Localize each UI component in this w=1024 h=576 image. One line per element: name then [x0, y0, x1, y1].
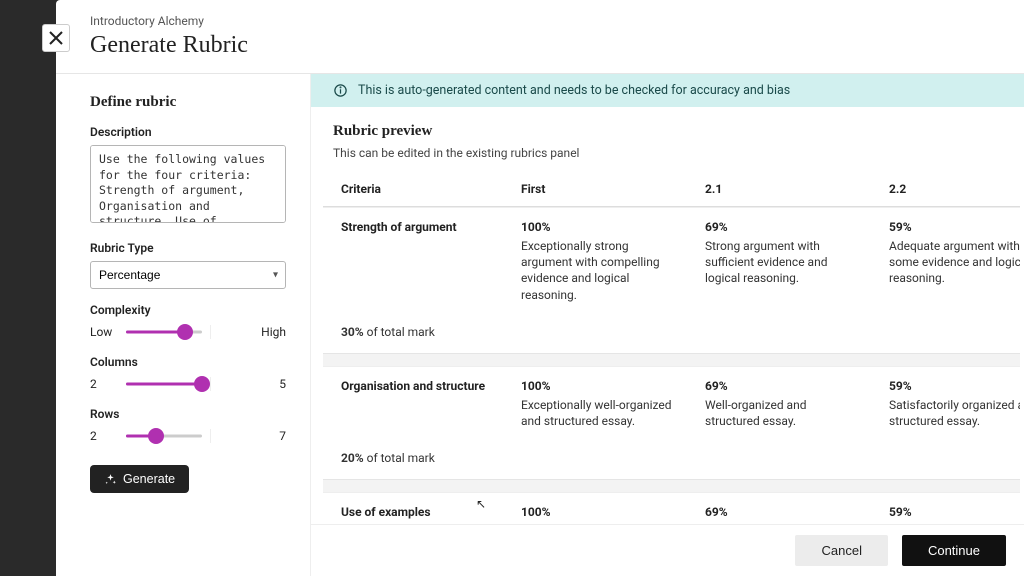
- level-cell: 59%Adequate argument with some evidence …: [875, 207, 1020, 315]
- info-banner: This is auto-generated content and needs…: [311, 74, 1024, 107]
- criterion-cell: Strength of argument: [323, 207, 507, 315]
- continue-button[interactable]: Continue: [902, 535, 1006, 566]
- generate-button-label: Generate: [123, 472, 175, 486]
- level-cell: 69%Good use of relevant and well-integra…: [691, 492, 875, 524]
- complexity-low: Low: [90, 325, 118, 339]
- generate-button[interactable]: Generate: [90, 465, 189, 493]
- page-title: Generate Rubric: [90, 32, 990, 59]
- generate-rubric-modal: Introductory Alchemy Generate Rubric Def…: [56, 0, 1024, 576]
- rows-label: Rows: [90, 407, 286, 421]
- rubric-table-container[interactable]: CriteriaFirst2.12.2Third Strength of arg…: [323, 172, 1020, 524]
- spacer-row: [323, 354, 1020, 366]
- complexity-slider[interactable]: [126, 323, 202, 341]
- define-rubric-panel: Define rubric Description Rubric Type Pe…: [56, 74, 310, 576]
- col-level: 2.2: [875, 172, 1020, 207]
- close-button[interactable]: [42, 24, 70, 52]
- sparkle-icon: [104, 473, 117, 486]
- rows-max: 7: [210, 429, 287, 443]
- rubric-type-select[interactable]: Percentage: [90, 261, 286, 289]
- banner-text: This is auto-generated content and needs…: [358, 83, 790, 98]
- breadcrumb: Introductory Alchemy: [90, 14, 990, 28]
- level-cell: 59%Satisfactorily organized and structur…: [875, 366, 1020, 441]
- table-row: Strength of argument100%Exceptionally st…: [323, 207, 1020, 315]
- complexity-high: High: [210, 325, 287, 339]
- columns-min: 2: [90, 377, 118, 391]
- level-cell: 100%Exceptionally well-organized and str…: [507, 366, 691, 441]
- table-row: Use of examples100%Exceptional use of re…: [323, 492, 1020, 524]
- info-icon: [333, 83, 348, 98]
- table-row: Organisation and structure100%Exceptiona…: [323, 366, 1020, 441]
- preview-subtext: This can be edited in the existing rubri…: [333, 146, 1002, 160]
- level-cell: 100%Exceptional use of relevant and well…: [507, 492, 691, 524]
- panel-heading: Define rubric: [90, 94, 286, 111]
- columns-max: 5: [210, 377, 287, 391]
- cancel-button[interactable]: Cancel: [795, 535, 887, 566]
- level-cell: 100%Exceptionally strong argument with c…: [507, 207, 691, 315]
- level-cell: 69%Strong argument with sufficient evide…: [691, 207, 875, 315]
- complexity-label: Complexity: [90, 303, 286, 317]
- criterion-cell: Organisation and structure: [323, 366, 507, 441]
- col-level: First: [507, 172, 691, 207]
- criterion-cell: Use of examples: [323, 492, 507, 524]
- rows-min: 2: [90, 429, 118, 443]
- description-textarea[interactable]: [90, 145, 286, 223]
- weight-row: 30% of total mark: [323, 315, 1020, 354]
- rubric-table: CriteriaFirst2.12.2Third Strength of arg…: [323, 172, 1020, 524]
- close-icon: [49, 31, 63, 45]
- preview-heading: Rubric preview: [333, 123, 1002, 140]
- level-cell: 69%Well-organized and structured essay.: [691, 366, 875, 441]
- rubric-type-label: Rubric Type: [90, 241, 286, 255]
- col-level: 2.1: [691, 172, 875, 207]
- col-criteria: Criteria: [323, 172, 507, 207]
- weight-row: 20% of total mark: [323, 441, 1020, 480]
- rows-slider[interactable]: [126, 427, 202, 445]
- columns-slider[interactable]: [126, 375, 202, 393]
- description-label: Description: [90, 125, 286, 139]
- level-cell: 59%Adequate use of relevant examples, bu…: [875, 492, 1020, 524]
- columns-label: Columns: [90, 355, 286, 369]
- spacer-row: [323, 480, 1020, 492]
